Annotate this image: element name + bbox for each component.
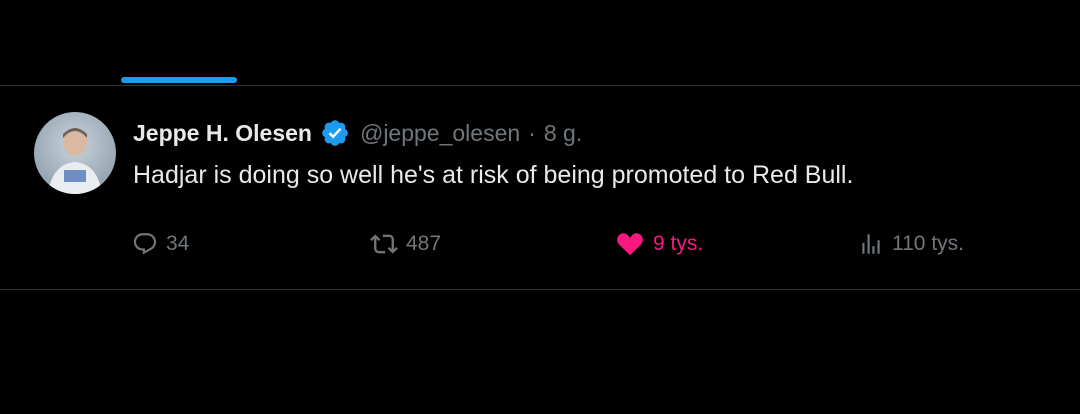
retweet-count: 487	[406, 232, 442, 255]
active-tab-indicator	[121, 77, 237, 83]
reply-button[interactable]: 34	[132, 226, 189, 262]
reply-count: 34	[166, 232, 190, 255]
retweet-arrows-icon	[370, 234, 398, 254]
view-count: 110 tys.	[892, 232, 964, 255]
heart-icon	[617, 233, 643, 256]
header-separator: ·	[528, 119, 536, 146]
tweet-actions: 34 487 9 tys. 110 tys.	[0, 226, 1080, 262]
tweet[interactable]: Jeppe H. Olesen @jeppe_olesen · 8 g. Had…	[0, 86, 1080, 289]
tweet-text: Hadjar is doing so well he's at risk of …	[133, 161, 854, 189]
views-button[interactable]: 110 tys.	[858, 226, 964, 262]
like-button[interactable]: 9 tys.	[615, 226, 703, 262]
divider-bottom	[0, 289, 1080, 290]
tweet-header: Jeppe H. Olesen @jeppe_olesen · 8 g.	[133, 117, 582, 149]
bar-chart-icon	[862, 234, 880, 254]
author-handle[interactable]: @jeppe_olesen	[360, 120, 520, 147]
avatar[interactable]	[34, 112, 116, 194]
verified-badge-icon	[320, 118, 350, 148]
like-count: 9 tys.	[653, 232, 704, 255]
author-name[interactable]: Jeppe H. Olesen	[133, 120, 312, 147]
speech-bubble-icon	[133, 233, 157, 255]
tweet-timestamp[interactable]: 8 g.	[544, 120, 582, 147]
avatar-image	[34, 112, 116, 194]
retweet-button[interactable]: 487	[370, 226, 441, 262]
